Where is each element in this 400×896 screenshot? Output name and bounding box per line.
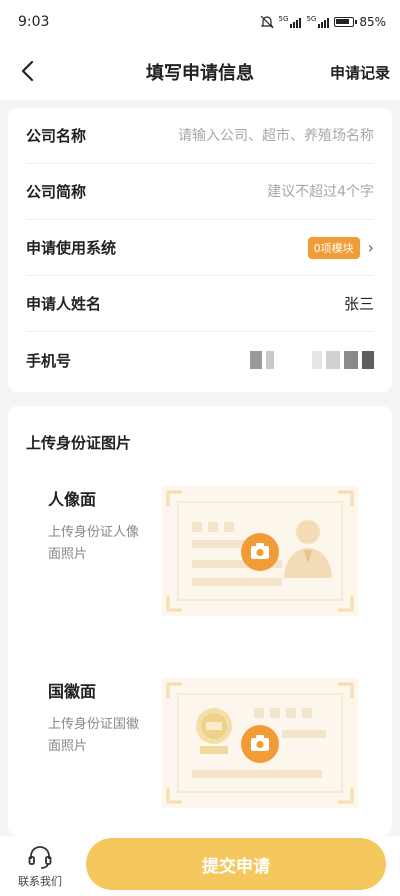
application-records-link[interactable]: 申请记录 xyxy=(330,62,390,83)
system-label: 申请使用系统 xyxy=(26,239,117,257)
phone-row: 手机号 xyxy=(26,332,374,388)
contact-label: 联系我们 xyxy=(18,874,62,888)
application-form: 公司名称 公司简称 申请使用系统 0项模块 › 申请人姓名 张三 手机号 xyxy=(8,108,392,392)
status-time: 9:03 xyxy=(18,14,50,30)
battery-icon xyxy=(334,17,358,27)
phone-value-redacted xyxy=(250,351,374,369)
applicant-value: 张三 xyxy=(343,295,374,313)
emblem-icon xyxy=(196,708,232,754)
system-select-row[interactable]: 申请使用系统 0项模块 › xyxy=(26,220,374,276)
headset-icon xyxy=(28,845,52,869)
signal-icon-2: 5G xyxy=(306,16,330,28)
id-back-upload[interactable] xyxy=(162,678,358,808)
chevron-left-icon xyxy=(21,60,34,82)
id-back-title: 国徽面 xyxy=(48,682,97,701)
upload-title: 上传身份证图片 xyxy=(26,434,132,452)
applicant-row: 申请人姓名 张三 xyxy=(26,276,374,332)
id-front-desc: 上传身份证人像面照片 xyxy=(48,525,140,562)
id-front-title: 人像面 xyxy=(48,490,97,509)
company-short-label: 公司简称 xyxy=(26,183,87,201)
system-value: 0项模块 › xyxy=(307,236,374,259)
back-button[interactable] xyxy=(12,56,42,86)
chevron-right-icon: › xyxy=(367,238,374,257)
id-front-upload[interactable] xyxy=(162,486,358,616)
contact-us-button[interactable]: 联系我们 xyxy=(0,844,80,889)
module-count-badge: 0项模块 xyxy=(307,236,360,259)
company-name-row: 公司名称 xyxy=(26,108,374,164)
id-back-desc: 上传身份证国徽面照片 xyxy=(48,717,140,754)
nav-bar: 填写申请信息 申请记录 xyxy=(0,44,400,100)
company-name-label: 公司名称 xyxy=(26,127,87,145)
battery-level: 85% xyxy=(359,15,386,29)
bottom-bar: 联系我们 提交申请 xyxy=(0,836,400,896)
company-short-input[interactable] xyxy=(134,183,374,200)
bell-muted-icon xyxy=(260,15,273,29)
applicant-label: 申请人姓名 xyxy=(26,295,102,313)
submit-button[interactable]: 提交申请 xyxy=(86,838,386,890)
id-back-illustration xyxy=(166,682,354,804)
status-icons: 5G 5G 85% xyxy=(260,15,386,29)
phone-label: 手机号 xyxy=(26,351,72,370)
id-front-illustration xyxy=(166,490,354,612)
company-short-row: 公司简称 xyxy=(26,164,374,220)
signal-icon: 5G xyxy=(279,16,302,28)
id-upload-card: 上传身份证图片 人像面 上传身份证人像面照片 国徽面 上传身份证国徽面照片 xyxy=(8,406,392,836)
id-back-section: 国徽面 上传身份证国徽面照片 xyxy=(8,678,392,808)
company-name-input[interactable] xyxy=(134,127,374,144)
status-bar: 9:03 5G 5G 85% xyxy=(0,0,400,44)
id-front-section: 人像面 上传身份证人像面照片 xyxy=(8,486,392,616)
